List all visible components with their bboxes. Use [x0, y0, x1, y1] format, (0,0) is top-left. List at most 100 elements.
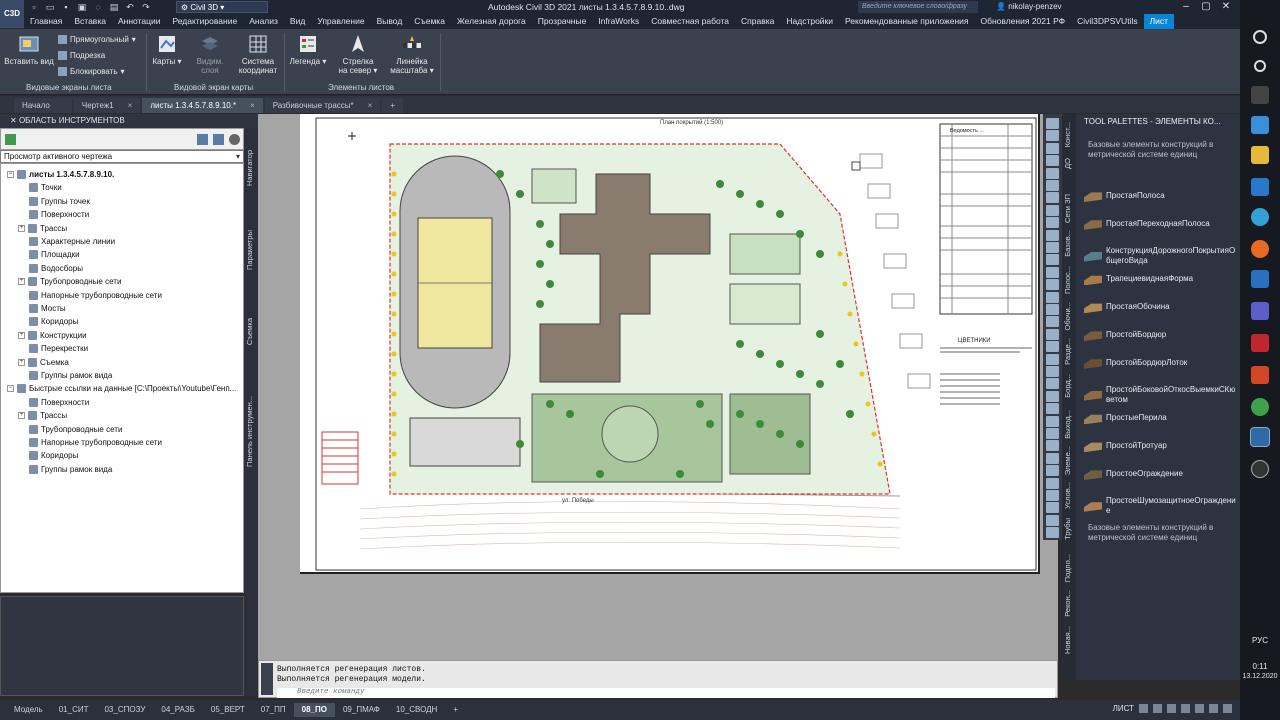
toolspace-side-tab[interactable]: Параметры: [245, 230, 257, 270]
rect-viewport-button[interactable]: Прямоугольный ▾: [58, 35, 136, 44]
undo-icon[interactable]: ↶: [124, 1, 136, 13]
search-input[interactable]: Введите ключевое слово/фразу: [858, 1, 978, 13]
edge-icon[interactable]: [1251, 208, 1269, 226]
language-indicator[interactable]: РУС: [1240, 636, 1280, 645]
palette-side-tab[interactable]: Борд...: [1063, 374, 1075, 398]
app-logo[interactable]: C3D: [0, 0, 24, 28]
green-app-icon[interactable]: [1251, 398, 1269, 416]
save-as-icon[interactable]: ▣: [76, 1, 88, 13]
palette-item[interactable]: ПростаяПереходнаяПолоса: [1084, 218, 1236, 230]
palette-tool-icon[interactable]: [1046, 366, 1059, 377]
tree-node[interactable]: Водосборы: [29, 262, 83, 275]
lock-button[interactable]: Блокировать ▾: [58, 67, 125, 76]
search-icon[interactable]: [1253, 30, 1267, 44]
panel-sheet-elements-label[interactable]: Элементы листов: [328, 83, 394, 92]
palette-tool-icon[interactable]: [1046, 378, 1059, 390]
space-toggle[interactable]: ЛИСТ: [1113, 704, 1134, 713]
palette-item[interactable]: ПростойБордюр: [1084, 329, 1236, 341]
document-tab[interactable]: Начало: [14, 98, 72, 113]
palette-item[interactable]: ПростоеОграждение: [1084, 468, 1236, 480]
tree-node[interactable]: + Съемка: [18, 356, 69, 369]
save-icon[interactable]: ▪: [60, 1, 72, 13]
tree-node[interactable]: − листы 1.3.4.5.7.8.9.10.: [7, 168, 114, 181]
palette-tool-icon[interactable]: [1046, 316, 1059, 328]
expand-icon[interactable]: +: [18, 331, 25, 339]
palette-tool-icon[interactable]: [1046, 428, 1059, 439]
document-tab[interactable]: Разбивочные трассы* ×: [264, 98, 381, 113]
layout-tab[interactable]: 10_СВОДН: [388, 703, 445, 717]
clock-time[interactable]: 0:11: [1240, 662, 1280, 671]
palette-side-tab[interactable]: Выход...: [1063, 410, 1075, 439]
collapse-icon[interactable]: −: [7, 385, 14, 393]
teams-icon[interactable]: [1251, 302, 1269, 320]
minimize-icon[interactable]: –: [1176, 0, 1196, 14]
help-icon[interactable]: [229, 134, 240, 145]
expand-icon[interactable]: +: [18, 412, 25, 420]
user-account[interactable]: 👤 nikolay-penzev: [996, 2, 1062, 11]
panel-viewports-label[interactable]: Видовые экраны листа: [26, 83, 112, 92]
visible-layers-button[interactable]: Видим. слоя: [192, 33, 228, 75]
cortana-icon[interactable]: [1254, 60, 1266, 72]
ribbon-tab[interactable]: Железная дорога: [451, 14, 532, 29]
print-icon[interactable]: ▤: [108, 1, 120, 13]
clock-date[interactable]: 13.12.2020: [1240, 673, 1280, 680]
tree-node[interactable]: Группы точек: [29, 195, 90, 208]
ribbon-tab[interactable]: Совместная работа: [645, 14, 735, 29]
palette-tool-icon[interactable]: [1046, 452, 1059, 464]
palette-tool-icon[interactable]: [1046, 142, 1059, 154]
close-icon[interactable]: ×: [250, 98, 255, 113]
tree-node[interactable]: + Трубопроводные сети: [18, 275, 121, 288]
palette-tool-icon[interactable]: [1046, 242, 1059, 253]
new-file-icon[interactable]: ▫: [28, 1, 40, 13]
palette-item[interactable]: ПростойБоковойОткосВыемкиСКюветом: [1084, 385, 1236, 405]
close-icon[interactable]: ✕: [1216, 0, 1236, 14]
tree-node[interactable]: Коридоры: [29, 449, 78, 462]
palette-tool-icon[interactable]: [1046, 502, 1059, 514]
tree-node[interactable]: Площадки: [29, 248, 80, 261]
tree-node[interactable]: Трубопроводные сети: [29, 423, 122, 436]
maps-button[interactable]: Карты ▾: [150, 33, 184, 66]
palette-side-tab[interactable]: Рекон...: [1063, 590, 1075, 617]
layout-tab[interactable]: 04_РАЗБ: [153, 703, 202, 717]
store-icon[interactable]: [1251, 178, 1269, 196]
powerpoint-icon[interactable]: [1251, 366, 1269, 384]
palette-side-tab[interactable]: Новая...: [1063, 626, 1075, 654]
close-icon[interactable]: ×: [128, 98, 133, 113]
palette-item[interactable]: ПростаяОбочина: [1084, 301, 1236, 314]
palette-tool-icon[interactable]: [1046, 217, 1059, 229]
tree-node[interactable]: + Трассы: [18, 409, 67, 422]
tree-node[interactable]: − Быстрые ссылки на данные [C:\Проекты\Yo…: [7, 382, 236, 395]
legend-button[interactable]: Легенда ▾: [288, 33, 328, 66]
palette-side-tab[interactable]: Сети ЗП: [1063, 194, 1075, 223]
close-icon[interactable]: ×: [368, 98, 373, 113]
toolspace-side-tab[interactable]: Съемка: [245, 318, 257, 345]
palette-tool-icon[interactable]: [1046, 403, 1059, 415]
palette-item[interactable]: ПростойТротуар: [1084, 440, 1236, 453]
palette-item[interactable]: ПростыеПерила: [1084, 412, 1236, 425]
palette-tool-icon[interactable]: [1046, 527, 1059, 539]
polar-icon[interactable]: [1167, 704, 1176, 713]
tree-node[interactable]: + Конструкции: [18, 329, 87, 342]
ribbon-tab[interactable]: Главная: [24, 14, 68, 29]
tree-node[interactable]: Группы рамок вида: [29, 463, 112, 476]
palette-item[interactable]: КонструкцияДорожногоПокрытияОбщегоВида: [1084, 246, 1236, 266]
tree-node[interactable]: Напорные трубопроводные сети: [29, 436, 162, 449]
web-icon[interactable]: ◌: [92, 1, 104, 13]
view-icon[interactable]: [213, 134, 224, 145]
mail-icon[interactable]: [1251, 270, 1269, 288]
toolspace-view-select[interactable]: Просмотр активного чертежа ▾: [0, 150, 244, 163]
new-tab-icon[interactable]: +: [382, 98, 404, 113]
palette-side-tab[interactable]: Конст...: [1063, 122, 1075, 147]
palette-tool-icon[interactable]: [1046, 279, 1059, 291]
ribbon-tab[interactable]: Вид: [284, 14, 311, 29]
palette-side-tab[interactable]: Базов...: [1063, 230, 1075, 257]
civil3d-taskbar-icon[interactable]: [1250, 427, 1270, 447]
palette-item[interactable]: ПростоеШумозащитноеОграждение: [1084, 496, 1236, 516]
palette-side-tab[interactable]: Элеме...: [1063, 446, 1075, 475]
expand-icon[interactable]: +: [18, 224, 25, 232]
properties-icon[interactable]: [197, 134, 208, 145]
snap-icon[interactable]: [1139, 704, 1148, 713]
ribbon-tab[interactable]: Управление: [311, 14, 370, 29]
palette-tool-icon[interactable]: [1046, 118, 1059, 129]
tree-node[interactable]: Поверхности: [29, 208, 89, 221]
